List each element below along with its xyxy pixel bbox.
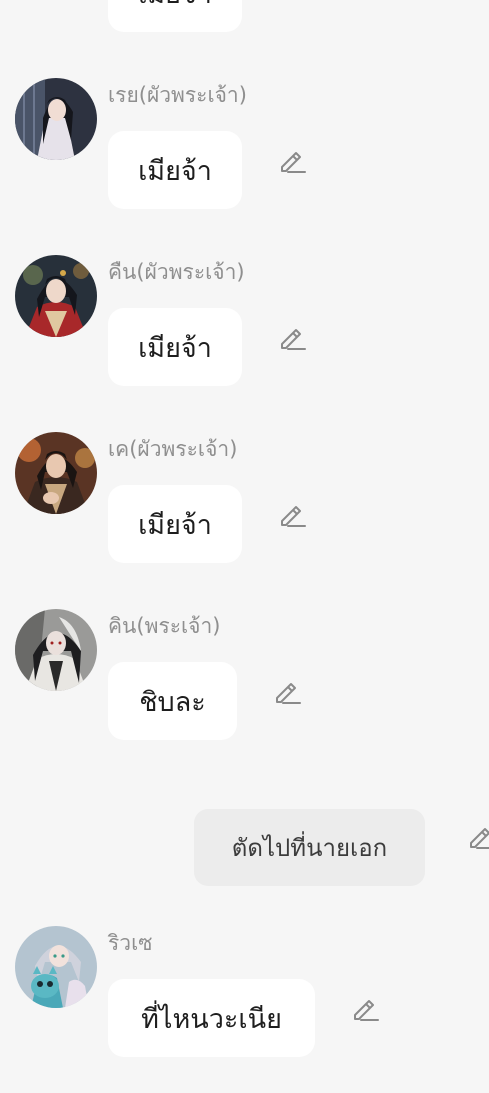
message-text: เมียจ้า	[138, 0, 212, 15]
message-text: ชิบละ	[139, 686, 206, 718]
edit-pencil-icon[interactable]	[277, 322, 307, 352]
narration-text: ตัดไปที่นายเอก	[231, 834, 388, 862]
sender-name: ริวเซ	[108, 931, 153, 955]
message-bubble[interactable]: ที่ไหนวะเนีย	[108, 979, 315, 1057]
sender-name: คืน(ผัวพระเจ้า)	[108, 260, 245, 284]
sender-name: คิน(พระเจ้า)	[108, 614, 221, 638]
message-bubble[interactable]: เมียจ้า	[108, 131, 242, 209]
avatar[interactable]	[15, 432, 97, 514]
edit-pencil-icon[interactable]	[277, 499, 307, 529]
sender-name: เค(ผัวพระเจ้า)	[108, 437, 238, 461]
message-text: เมียจ้า	[138, 332, 212, 364]
avatar[interactable]	[15, 255, 97, 337]
message-bubble[interactable]: เมียจ้า	[108, 485, 242, 563]
message-text: เมียจ้า	[138, 155, 212, 187]
edit-pencil-icon[interactable]	[466, 821, 489, 851]
message-text: ที่ไหนวะเนีย	[141, 1003, 282, 1035]
avatar[interactable]	[15, 926, 97, 1008]
edit-pencil-icon[interactable]	[350, 993, 380, 1023]
avatar[interactable]	[15, 609, 97, 691]
edit-pencil-icon[interactable]	[272, 676, 302, 706]
narration-bubble[interactable]: ตัดไปที่นายเอก	[194, 809, 425, 886]
message-bubble[interactable]: เมียจ้า	[108, 308, 242, 386]
message-text: เมียจ้า	[138, 509, 212, 541]
message-bubble[interactable]: เมียจ้า	[108, 0, 242, 32]
message-bubble[interactable]: ชิบละ	[108, 662, 237, 740]
avatar[interactable]	[15, 78, 97, 160]
sender-name: เรย(ผัวพระเจ้า)	[108, 83, 247, 107]
edit-pencil-icon[interactable]	[277, 145, 307, 175]
